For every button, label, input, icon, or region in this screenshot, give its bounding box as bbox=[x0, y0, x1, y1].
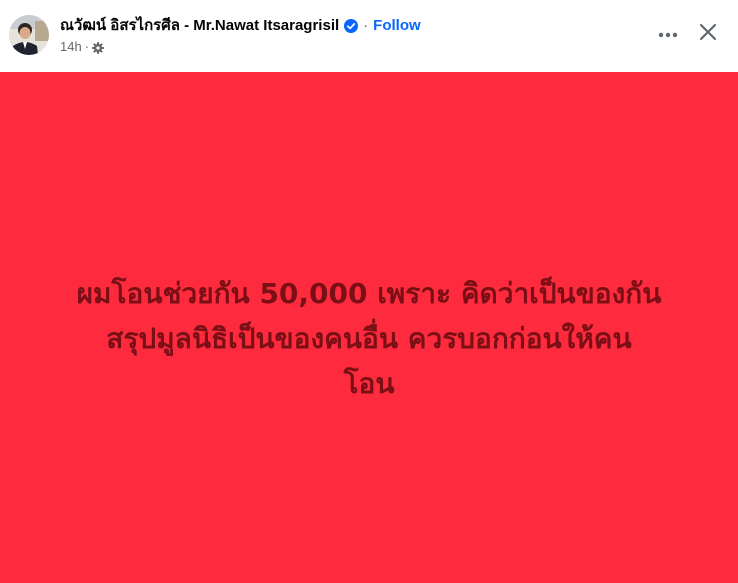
more-options-icon bbox=[658, 25, 678, 43]
author-name[interactable]: ณวัฒน์ อิสรไกรศีล - Mr.Nawat Itsaragrisi… bbox=[60, 16, 339, 36]
post-meta: 14h · bbox=[60, 39, 105, 55]
facebook-post: ณวัฒน์ อิสรไกรศีล - Mr.Nawat Itsaragrisi… bbox=[0, 0, 738, 583]
post-content[interactable]: ผมโอนช่วยกัน 50,000 เพราะ คิดว่าเป็นของก… bbox=[0, 72, 738, 583]
post-timestamp[interactable]: 14h bbox=[60, 39, 82, 55]
post-text-line: โอน bbox=[343, 367, 395, 400]
post-text: ผมโอนช่วยกัน 50,000 เพราะ คิดว่าเป็นของก… bbox=[20, 271, 718, 406]
close-icon bbox=[699, 23, 717, 46]
name-separator: · bbox=[363, 17, 369, 34]
close-button[interactable] bbox=[690, 16, 726, 52]
author-row: ณวัฒน์ อิสรไกรศีล - Mr.Nawat Itsaragrisi… bbox=[60, 16, 421, 36]
meta-separator: · bbox=[84, 39, 90, 54]
avatar-image bbox=[9, 15, 49, 55]
post-header: ณวัฒน์ อิสรไกรศีล - Mr.Nawat Itsaragrisi… bbox=[0, 0, 738, 72]
post-text-line: สรุปมูลนิธิเป็นของคนอื่น ควรบอกก่อนให้คน bbox=[106, 322, 632, 355]
gear-icon[interactable] bbox=[92, 41, 105, 54]
follow-button[interactable]: Follow bbox=[373, 16, 421, 36]
post-text-line: ผมโอนช่วยกัน 50,000 เพราะ คิดว่าเป็นของก… bbox=[76, 277, 662, 310]
more-options-button[interactable] bbox=[650, 16, 686, 52]
avatar[interactable] bbox=[9, 15, 49, 55]
verified-badge-icon bbox=[344, 19, 359, 33]
